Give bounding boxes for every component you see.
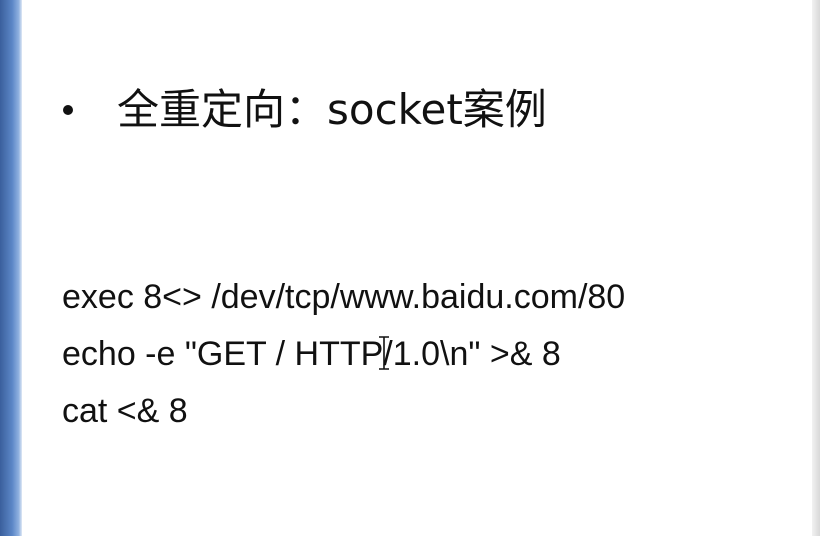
code-line-2: echo -e "GET / HTTP/1.0\n" >& 8 (62, 335, 561, 373)
slide-canvas: 全重定向：socket案例 exec 8<> /dev/tcp/www.baid… (0, 0, 820, 536)
code-block: exec 8<> /dev/tcp/www.baidu.com/80 echo … (62, 269, 625, 440)
right-window-border (812, 0, 820, 536)
code-line-1: exec 8<> /dev/tcp/www.baidu.com/80 (62, 278, 626, 316)
text-cursor-icon (379, 336, 389, 370)
slide-title: 全重定向：socket案例 (117, 85, 547, 134)
code-line-3: cat <& 8 (62, 392, 188, 430)
bullet-dot-icon (63, 105, 73, 115)
left-window-border (0, 0, 22, 536)
